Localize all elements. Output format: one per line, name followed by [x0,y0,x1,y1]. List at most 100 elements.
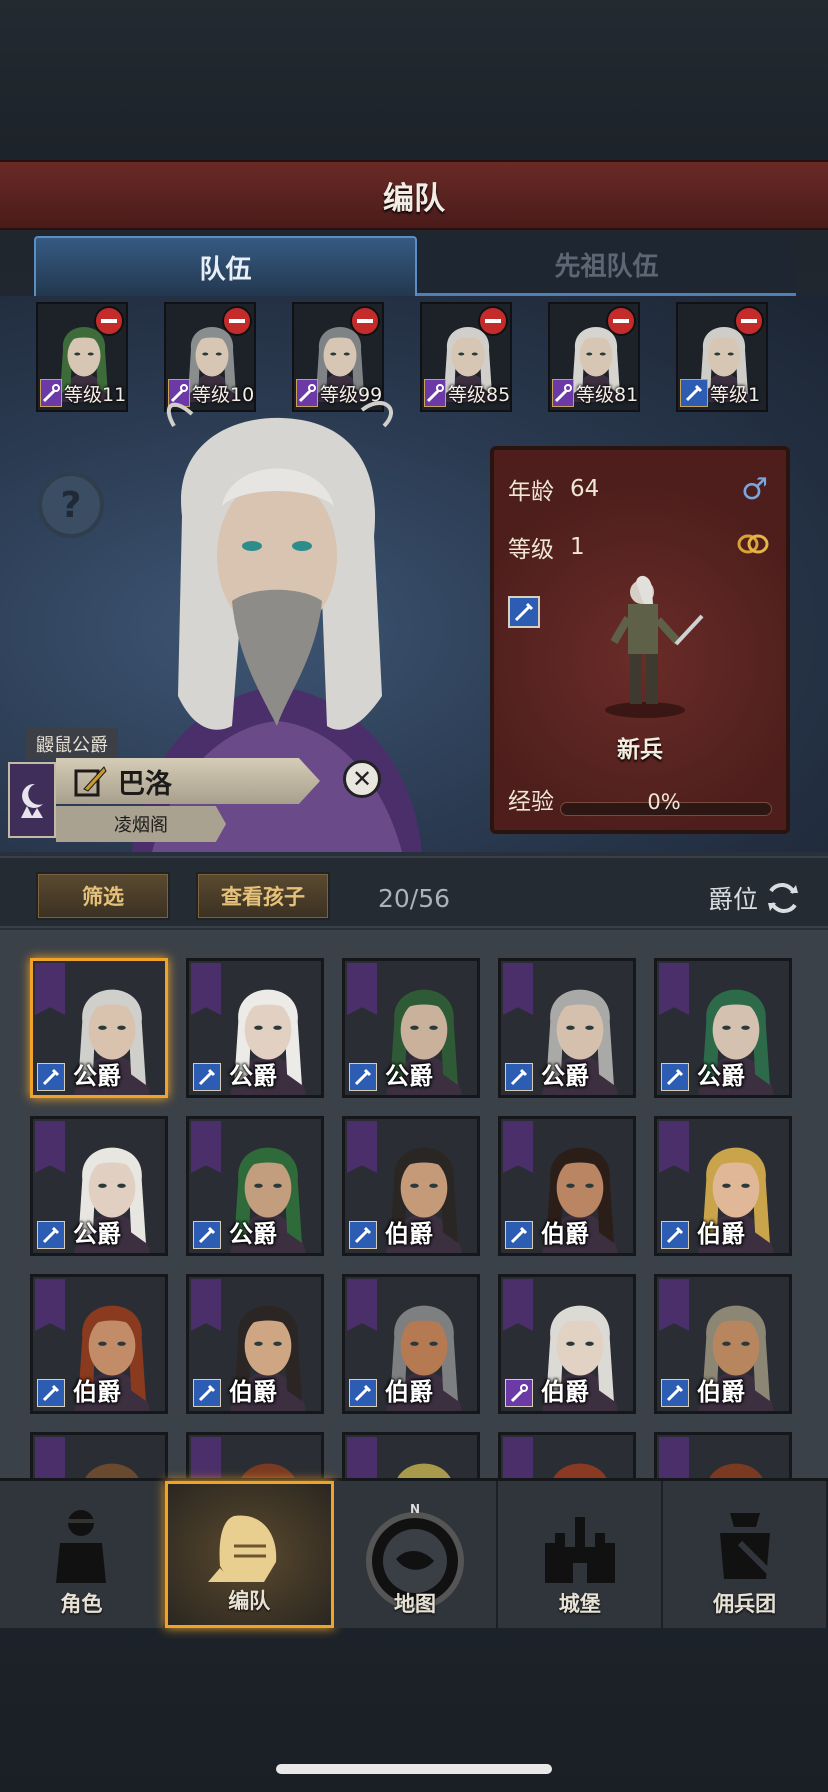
clan-name: 凌烟阁 [56,806,226,842]
noble-title: 伯爵 [385,1220,433,1248]
name-plate[interactable]: 巴洛 [56,758,320,804]
member-level-text: 等级85 [448,383,511,406]
team-panel: 等级118等级105等级99等级85等级81等级1 ? 年龄 64 ♂ 等级 1 [0,296,828,852]
roster-card[interactable]: 伯爵 [654,1116,792,1256]
rank-label: 鼹鼠公爵 [26,728,118,760]
help-button[interactable]: ? [38,472,104,538]
noble-title: 公爵 [541,1062,589,1090]
sword-icon [661,1221,689,1249]
roster-card[interactable]: 公爵 [186,958,324,1098]
rename-quill-icon[interactable] [72,763,108,799]
app-root: 编队 队伍 先祖队伍 等级118等级105等级99等级85等级81等级1 ? 年… [0,0,828,1792]
team-slot[interactable]: 等级81 [548,302,640,412]
roster-card[interactable] [30,1432,168,1478]
roster-card[interactable] [498,1432,636,1478]
roster-card[interactable]: 公爵 [30,1116,168,1256]
sword-icon [508,596,540,628]
tab-ancestor-team[interactable]: 先祖队伍 [417,236,796,296]
noble-title: 公爵 [73,1220,121,1248]
sort-label: 爵位 [707,885,758,914]
noble-title: 伯爵 [541,1220,589,1248]
character-portrait [527,1441,633,1478]
roster-card[interactable]: 伯爵 [498,1274,636,1414]
noble-title: 伯爵 [697,1378,745,1406]
remove-button[interactable]: ✕ [343,760,381,798]
character-portrait [683,1441,789,1478]
nav-map[interactable]: N 地图 [333,1481,499,1628]
staff-icon [505,1379,533,1407]
filter-button[interactable]: 筛选 [36,872,170,920]
home-indicator [276,1764,552,1774]
sword-icon [680,379,708,407]
house-banner-icon [503,1121,533,1173]
level-label: 等级 [508,537,554,563]
roster-card[interactable]: 伯爵 [498,1116,636,1256]
close-icon: ✕ [351,765,373,793]
roster-toolbar: 筛选 查看孩子 20/56 爵位 [0,856,828,928]
noble-title: 伯爵 [541,1378,589,1406]
nav-formation[interactable]: 编队 [164,1481,334,1628]
tab-bar: 队伍 先祖队伍 [34,236,796,296]
sword-icon [193,1221,221,1249]
roster-card[interactable] [186,1432,324,1478]
sword-icon [37,1379,65,1407]
house-banner-icon [191,1121,221,1173]
male-icon: ♂ [741,472,768,507]
house-banner-icon [35,963,65,1015]
noble-title: 公爵 [229,1062,277,1090]
roster-card[interactable]: 公爵 [498,958,636,1098]
remove-member-icon[interactable] [606,306,636,336]
staff-icon [552,379,574,407]
roster-card[interactable]: 公爵 [186,1116,324,1256]
character-name: 巴洛 [118,768,172,800]
roster-card[interactable]: 公爵 [30,958,168,1098]
house-banner-icon [659,1437,689,1478]
remove-member-icon[interactable] [222,306,252,336]
nav-mercenary[interactable]: 佣兵团 [663,1481,828,1628]
age-label: 年龄 [508,479,554,505]
house-banner-icon [503,1437,533,1478]
roster-card[interactable]: 伯爵 [342,1274,480,1414]
sword-icon [193,1379,221,1407]
roster-count: 20/56 [378,884,451,913]
bottom-nav: 角色 编队 N 地图 城堡 佣兵团 [0,1478,828,1628]
remove-member-icon[interactable] [94,306,124,336]
team-slot[interactable]: 等级1 [676,302,768,412]
noble-title: 公爵 [697,1062,745,1090]
roster-card[interactable] [654,1432,792,1478]
remove-member-icon[interactable] [478,306,508,336]
house-banner-icon [659,963,689,1015]
page-title: 编队 [383,180,445,217]
tab-team[interactable]: 队伍 [34,236,417,296]
soldier-figure [605,575,704,718]
house-banner-icon [191,1279,221,1331]
moon-crest-icon [21,783,43,818]
age-row: 年龄 64 [508,472,599,506]
character-portrait [215,1441,321,1478]
roster-card[interactable]: 公爵 [342,958,480,1098]
exp-row: 经验 [508,782,554,816]
house-banner-icon [347,1121,377,1173]
remove-member-icon[interactable] [734,306,764,336]
sword-icon [37,1063,65,1091]
roster-card[interactable]: 伯爵 [30,1274,168,1414]
roster-card[interactable] [342,1432,480,1478]
house-banner [8,762,56,838]
roster-card[interactable]: 伯爵 [654,1274,792,1414]
age-value: 64 [570,476,600,502]
roster-card[interactable]: 伯爵 [186,1274,324,1414]
sort-button[interactable]: 爵位 [708,880,802,916]
view-children-button[interactable]: 查看孩子 [196,872,330,920]
noble-title: 公爵 [229,1220,277,1248]
nav-role[interactable]: 角色 [0,1481,165,1628]
roster-card[interactable]: 伯爵 [342,1116,480,1256]
house-banner-icon [503,963,533,1015]
house-banner-icon [35,1437,65,1478]
noble-title: 伯爵 [229,1378,277,1406]
roster-card[interactable]: 公爵 [654,958,792,1098]
ring-icon[interactable] [736,532,770,556]
house-banner-icon [35,1279,65,1331]
remove-member-icon[interactable] [350,306,380,336]
sword-icon [349,1379,377,1407]
nav-castle[interactable]: 城堡 [498,1481,664,1628]
